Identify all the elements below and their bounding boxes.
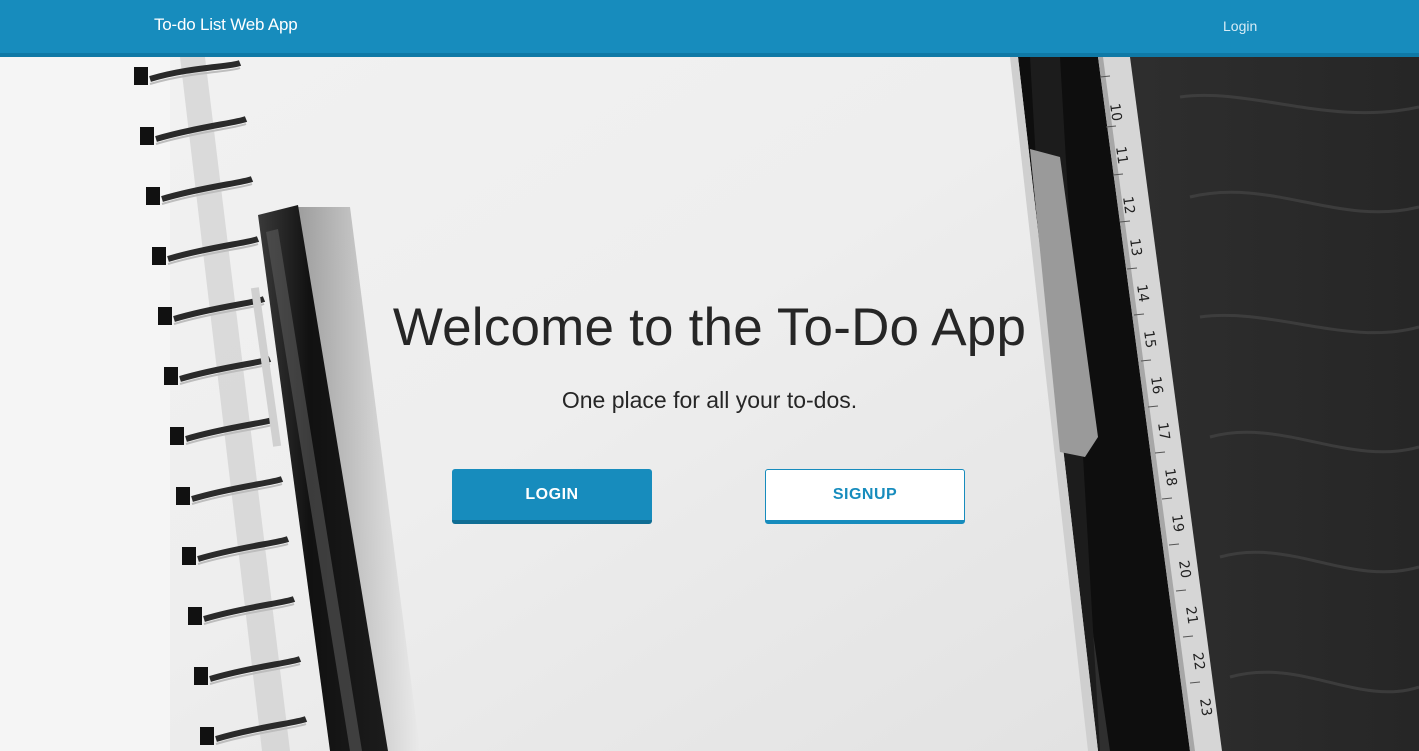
hero-title: Welcome to the To-Do App (392, 298, 1027, 357)
ruler-number-12: 12 (1119, 195, 1137, 215)
ruler-number-11: 11 (1112, 145, 1130, 165)
ruler-number-23: 23 (1196, 697, 1214, 717)
hero-subtitle: One place for all your to-dos. (561, 387, 858, 413)
ruler-number-22: 22 (1189, 651, 1207, 671)
signup-button[interactable]: SIGNUP (765, 469, 965, 524)
ruler-number-13: 13 (1126, 237, 1144, 257)
ruler-number-19: 19 (1168, 513, 1186, 533)
login-button[interactable]: LOGIN (452, 469, 652, 524)
ruler-number-10: 10 (1106, 102, 1124, 122)
ruler-number-21: 21 (1182, 605, 1200, 625)
ruler-number-18: 18 (1161, 467, 1179, 487)
brand-link[interactable]: To-do List Web App (154, 15, 298, 35)
ruler-number-17: 17 (1154, 421, 1172, 441)
hero-section: 10 11 12 13 14 15 16 17 18 19 20 21 22 2… (0, 57, 1419, 751)
ruler-number-20: 20 (1175, 559, 1193, 579)
top-navbar: To-do List Web App Login (0, 0, 1419, 57)
nav-login-link[interactable]: Login (1223, 18, 1257, 34)
